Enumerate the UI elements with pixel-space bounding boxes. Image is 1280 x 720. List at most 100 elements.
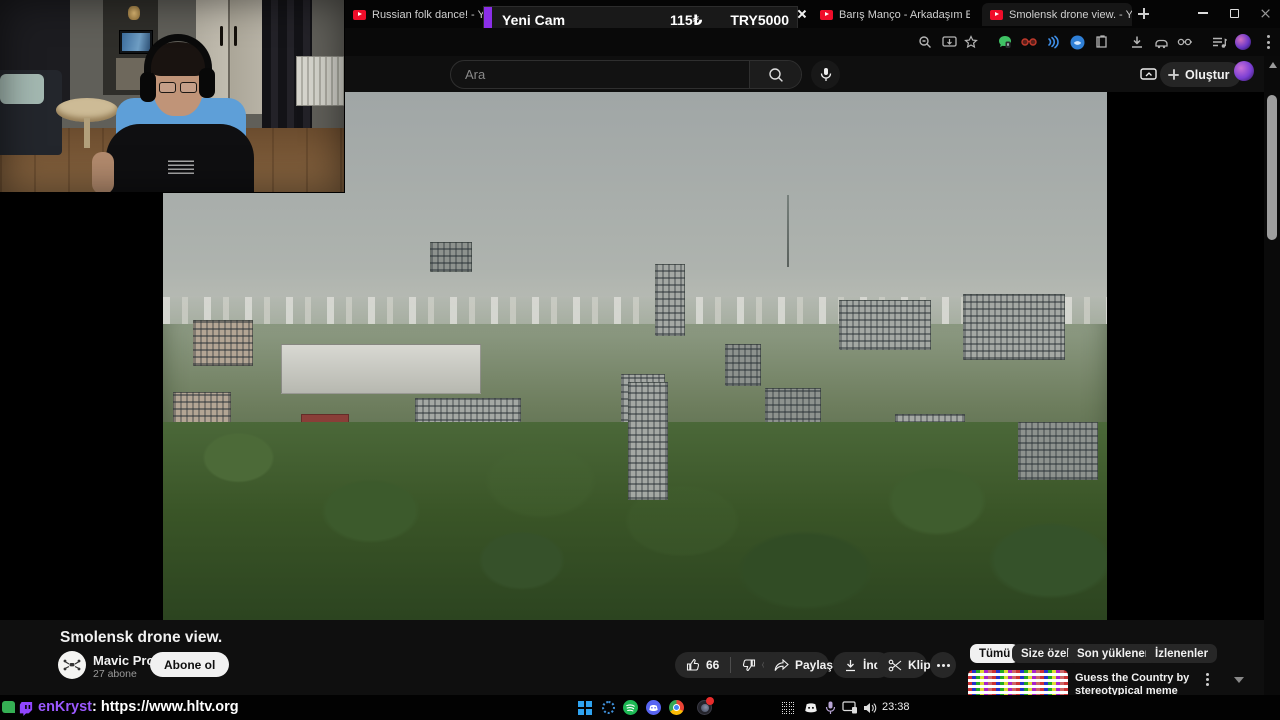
apartment-building [963,294,1065,360]
youtube-favicon [353,9,366,20]
like-button[interactable]: 66 [675,652,730,678]
more-actions-button[interactable] [930,652,956,678]
kebab-dot [1205,678,1209,681]
apartment-building [430,242,472,272]
browser-profile-avatar[interactable] [1233,32,1253,52]
taskbar-app-chrome[interactable] [668,699,685,716]
stream-overlay-text: enKryst: https://www.hltv.org [38,699,239,715]
screen-share-icon[interactable] [1140,67,1157,81]
extension-blue-app-icon[interactable] [1067,32,1087,52]
app-icon [697,697,714,715]
taskbar-clock[interactable]: 23:38 [882,701,910,713]
tab-smolensk-active[interactable]: Smolensk drone view. - You [982,3,1132,26]
screen: Russian folk dance! - YouTube Barış Manç… [0,0,1280,720]
user-avatar[interactable] [1234,61,1254,81]
create-label: Oluştur [1185,67,1230,82]
taskbar-app-spotify[interactable] [622,699,639,716]
scrollbar-up-arrow[interactable] [1269,62,1277,68]
window-maximize-button[interactable] [1219,0,1249,26]
kebab-dot [946,663,950,667]
tray-cast-icon[interactable] [841,699,858,716]
share-button[interactable]: Paylaş [763,652,833,678]
kebab-dot [941,663,945,667]
tab-label: Barış Manço - Arkadaşım Eşek [839,8,970,21]
share-label: Paylaş [795,658,834,672]
thumbs-up-icon [686,659,700,671]
separator: : [92,699,101,715]
cart-icon[interactable] [1151,32,1171,52]
tab-baris-manco[interactable]: Barış Manço - Arkadaşım Eşek [812,3,970,26]
maximize-icon [1229,8,1239,18]
scissors-icon [888,659,902,671]
twitch-icon [19,701,33,716]
playlist-music-icon[interactable] [1209,32,1229,52]
browser-menu-kebab-icon[interactable] [1258,32,1278,52]
search-input[interactable] [451,61,749,88]
foreground-tower [628,382,668,500]
page-scrollbar-thumb[interactable] [1267,95,1277,240]
start-button[interactable] [576,699,593,716]
discord-icon [646,700,661,715]
downloads-icon[interactable] [1127,32,1147,52]
subscribe-button[interactable]: Abone ol [150,652,230,677]
search-button[interactable] [749,61,801,88]
overlay-url[interactable]: https://www.hltv.org [101,699,239,715]
bookmark-star-icon[interactable] [961,32,981,52]
download-icon [846,659,855,671]
taskbar-app-discord[interactable] [645,699,662,716]
search-icon [768,67,783,82]
video-title: Smolensk drone view. [60,629,223,646]
taskbar-app-notification[interactable] [696,697,714,716]
tray-volume-icon[interactable] [861,699,878,716]
clip-button[interactable]: Klip [877,652,931,678]
industrial-sheds [281,344,481,394]
share-icon [774,658,789,671]
thumbs-down-icon [743,659,756,671]
channel-avatar[interactable] [58,651,86,679]
windows-logo-icon [577,700,592,715]
youtube-favicon [820,9,833,20]
extension-vpn-glasses-icon[interactable] [1019,32,1039,52]
banner-close-icon[interactable] [796,8,808,20]
foreground-building [1018,422,1098,480]
tab-label: Smolensk drone view. - You [1009,8,1132,21]
snapshot-icon[interactable] [939,32,959,52]
streamer-nick: enKryst [38,699,92,715]
channel-name[interactable]: Mavic Pro [93,653,154,668]
avatar [1235,34,1251,50]
mic-button[interactable] [811,60,840,89]
suggested-title-line1: Guess the Country by [1075,672,1190,684]
chevron-down-icon[interactable] [1234,677,1244,683]
overlay-logo-icon [2,701,15,713]
tab-russian-folk-dance[interactable]: Russian folk dance! - YouTube [345,3,483,26]
extension-wave-icon[interactable] [1043,32,1063,52]
donation-goal-title: Yeni Cam [502,12,566,28]
youtube-favicon [990,9,1003,20]
mic-icon [820,68,831,81]
tray-overflow-icon[interactable] [779,699,796,716]
notification-badge [706,697,714,705]
donation-current-amount: 115₺ [670,11,703,28]
window-close-button[interactable] [1250,0,1280,26]
find-in-page-icon[interactable] [915,32,935,52]
extension-messenger-icon[interactable] [995,32,1015,52]
password-manager-icon[interactable] [1175,32,1195,52]
close-icon [1260,8,1271,19]
minimize-icon [1198,12,1208,14]
tray-mic-icon[interactable] [822,699,839,716]
apartment-tower [655,264,685,336]
suggested-video-menu-icon[interactable] [1202,673,1212,689]
tray-discord-icon[interactable] [802,699,819,716]
sync-ring-icon [602,701,615,714]
search-box [450,60,802,89]
plus-icon [1168,69,1179,80]
kebab-dot [936,663,940,667]
create-button[interactable]: Oluştur [1160,62,1242,87]
apartment-building [839,300,931,350]
chip-watched[interactable]: İzlenenler [1146,644,1218,663]
window-minimize-button[interactable] [1188,0,1218,26]
extension-clipboard-icon[interactable] [1091,32,1111,52]
taskbar-app-sync-ring[interactable] [600,699,617,716]
tab-label: Russian folk dance! - YouTube [372,8,483,21]
webcam-vignette [0,0,344,192]
